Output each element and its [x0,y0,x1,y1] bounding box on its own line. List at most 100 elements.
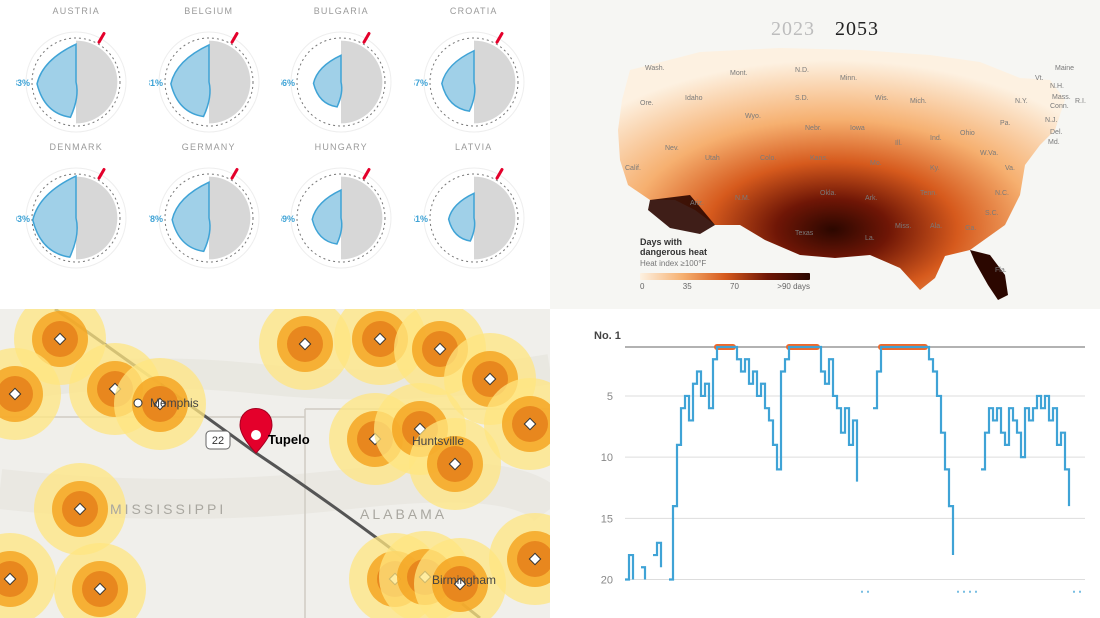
heat-legend: Days with dangerous heat Heat index ≥100… [640,238,810,291]
svg-text:W.Va.: W.Va. [980,150,998,157]
toggle-option-2053[interactable]: 2053 [835,18,879,40]
radial-title: DENMARK [50,142,103,152]
svg-text:5: 5 [607,391,613,403]
svg-text:N.D.: N.D. [795,67,809,74]
radial-title: LATVIA [455,142,493,152]
svg-text:Iowa: Iowa [850,125,865,132]
svg-text:Tenn.: Tenn. [920,190,937,197]
svg-text:22: 22 [212,435,224,447]
svg-text:Okla.: Okla. [820,190,836,197]
svg-text:Mass.: Mass. [1052,94,1071,101]
radial-title: AUSTRIA [53,6,100,16]
svg-text:Vt.: Vt. [1035,75,1044,82]
label-tupelo: Tupelo [268,432,310,447]
label-alabama: ALABAMA [360,506,447,522]
svg-text:Nebr.: Nebr. [805,125,822,132]
toggle-option-2023[interactable]: 2023 [771,18,815,40]
radial-title: CROATIA [450,6,498,16]
svg-text:La.: La. [865,235,875,242]
svg-text:Maine: Maine [1055,65,1074,72]
svg-text:Ariz.: Ariz. [690,200,704,207]
florida [970,250,1008,300]
legend-gradient [640,273,810,280]
svg-text:Del.: Del. [1050,129,1063,136]
svg-text:N.Y.: N.Y. [1015,98,1028,105]
svg-text:Conn.: Conn. [1050,103,1069,110]
svg-text:Texas: Texas [795,230,814,237]
svg-text:S.C.: S.C. [985,210,999,217]
legend-subtitle: Heat index ≥100°F [640,259,810,268]
legend-ticks: 0 35 70 >90 days [640,282,810,291]
label-memphis: Memphis [150,396,199,410]
svg-text:Wyo.: Wyo. [745,113,761,120]
svg-text:10: 10 [601,452,613,464]
radial-hungary: HUNGARY 59% [275,140,408,276]
label-mississippi: MISSISSIPPI [110,501,226,517]
year-toggle[interactable]: 2023 2053 [771,18,879,41]
svg-text:59%: 59% [281,214,295,224]
svg-text:93%: 93% [16,214,30,224]
svg-text:Mich.: Mich. [910,98,927,105]
svg-text:S.D.: S.D. [795,95,809,102]
svg-text:Va.: Va. [1005,165,1015,172]
radial-austria: AUSTRIA 83% [10,4,143,140]
svg-text:83%: 83% [16,78,30,88]
legend-title-2: dangerous heat [640,248,810,258]
panel-radial-multiples: AUSTRIA 83% BELGIUM 81% BULGARIA 56% CROATIA 67… [0,0,550,309]
svg-text:N.C.: N.C. [995,190,1009,197]
svg-text:Mont.: Mont. [730,70,748,77]
svg-text:Nev.: Nev. [665,145,679,152]
svg-text:Ill.: Ill. [895,140,902,147]
label-birmingham: Birmingham [432,573,496,587]
label-huntsville: Huntsville [412,434,464,448]
svg-text:67%: 67% [414,78,428,88]
svg-text:Utah: Utah [705,155,720,162]
svg-text:Ala.: Ala. [930,223,942,230]
svg-text:Idaho: Idaho [685,95,703,102]
svg-text:Ohio: Ohio [960,130,975,137]
panel-region-map: 22 Memphis Tupelo Huntsville Birmingham … [0,309,550,618]
svg-text:Kans.: Kans. [810,155,828,162]
svg-text:R.I.: R.I. [1075,98,1086,105]
svg-text:56%: 56% [281,78,295,88]
svg-text:N.M.: N.M. [735,195,750,202]
svg-text:Wash.: Wash. [645,65,665,72]
svg-text:Ky.: Ky. [930,165,940,172]
radial-title: BELGIUM [184,6,233,16]
radial-belgium: BELGIUM 81% [143,4,276,140]
svg-text:Colo.: Colo. [760,155,776,162]
radial-croatia: CROATIA 67% [408,4,541,140]
svg-text:Minn.: Minn. [840,75,857,82]
panel-us-heat-map: 2023 2053 Wash. Ore. [550,0,1100,309]
radial-title: HUNGARY [315,142,368,152]
svg-text:N.H.: N.H. [1050,83,1064,90]
svg-text:Ark.: Ark. [865,195,878,202]
svg-text:Pa.: Pa. [1000,120,1011,127]
svg-text:Ind.: Ind. [930,135,942,142]
svg-text:20: 20 [601,575,613,587]
svg-text:Miss.: Miss. [895,223,911,230]
us-map-svg: Wash. Ore. Idaho Mont. N.D. S.D. Minn. W… [550,0,1100,309]
svg-text:15: 15 [601,513,613,525]
svg-text:Mo.: Mo. [870,160,882,167]
svg-text:81%: 81% [149,78,163,88]
svg-text:51%: 51% [414,214,428,224]
svg-text:78%: 78% [149,214,163,224]
radial-germany: GERMANY 78% [143,140,276,276]
axis-label-no1: No. 1 [594,330,621,342]
svg-text:N.J.: N.J. [1045,117,1058,124]
radial-latvia: LATVIA 51% [408,140,541,276]
svg-text:Md.: Md. [1048,139,1060,146]
svg-text:Ga.: Ga. [965,225,976,232]
radial-title: GERMANY [182,142,236,152]
radial-bulgaria: BULGARIA 56% [275,4,408,140]
panel-ranking-line: No. 1 5 10 15 20 [550,309,1100,618]
svg-text:Ore.: Ore. [640,100,654,107]
radial-title: BULGARIA [314,6,369,16]
svg-text:Calif.: Calif. [625,165,641,172]
highway-shield-22: 22 [206,431,230,449]
svg-text:Fla.: Fla. [995,267,1007,274]
ranking-svg: No. 1 5 10 15 20 [550,309,1100,618]
svg-text:Wis.: Wis. [875,95,889,102]
radial-denmark: DENMARK 93% [10,140,143,276]
